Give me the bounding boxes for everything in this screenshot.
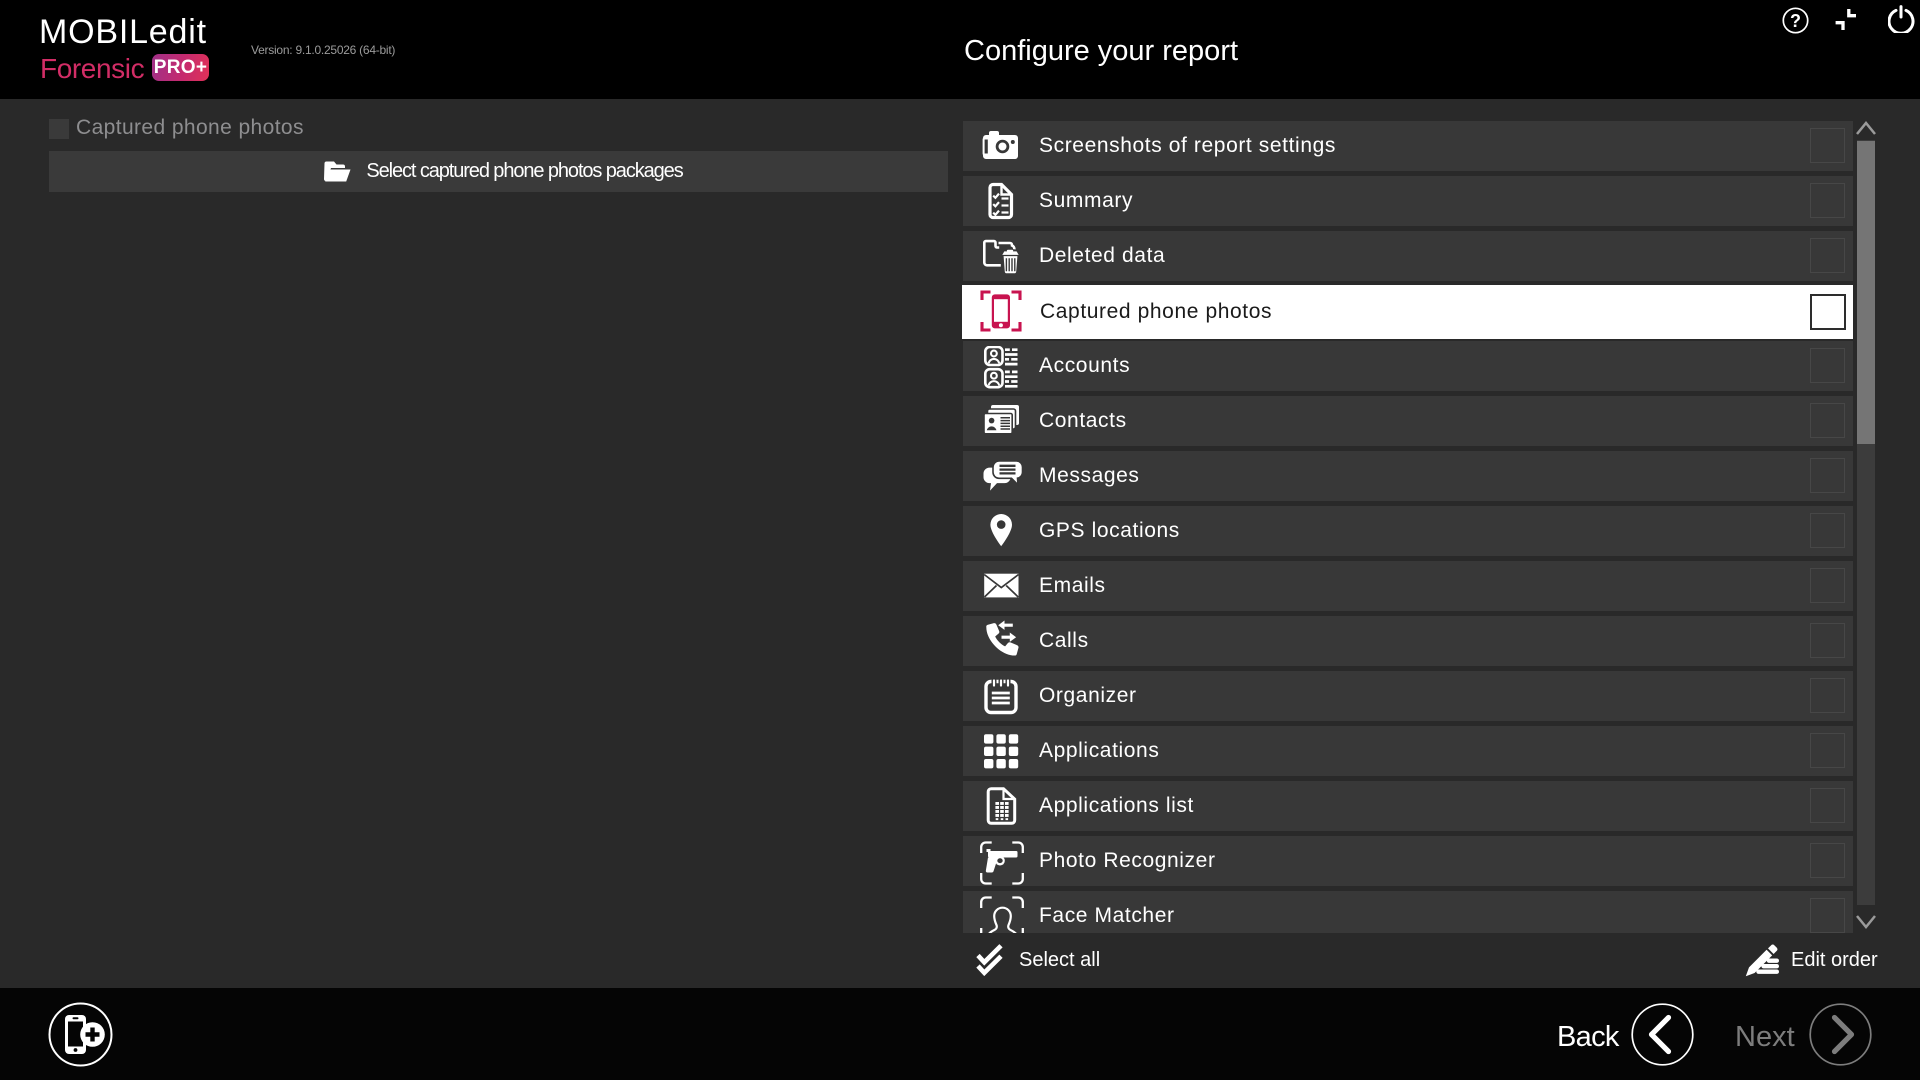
svg-text:?: ? [1790,11,1801,31]
